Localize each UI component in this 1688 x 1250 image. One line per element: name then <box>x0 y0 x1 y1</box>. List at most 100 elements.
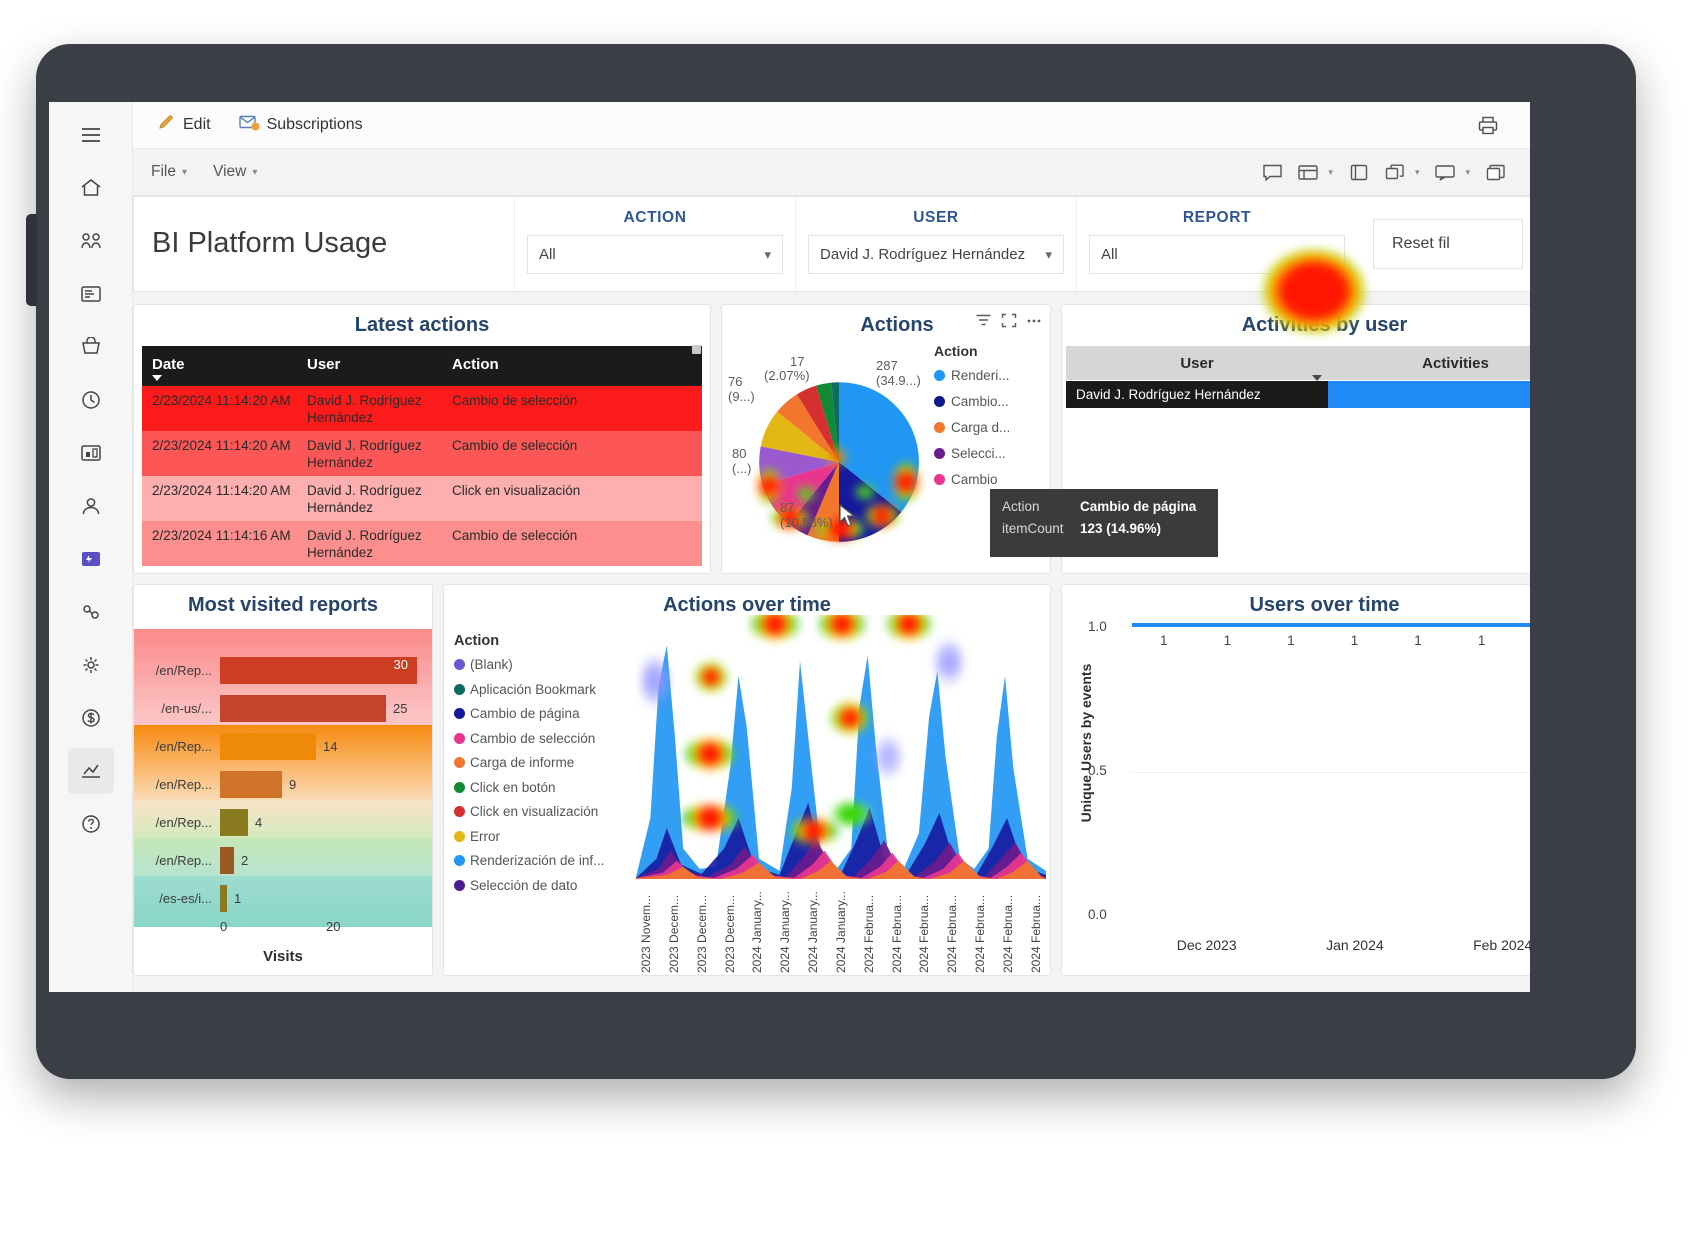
legend-item[interactable]: (Blank) <box>454 657 604 672</box>
bar-row[interactable]: /en/Rep... 30 <box>134 651 432 689</box>
legend-swatch <box>454 806 465 817</box>
table-row[interactable]: 2/23/2024 11:14:20 AM David J. Rodríguez… <box>142 386 702 431</box>
tooltip-count-key: itemCount <box>1002 521 1064 536</box>
column-header-date[interactable]: Date <box>142 356 297 381</box>
bar-value: 2 <box>241 852 249 868</box>
table-row[interactable]: 2/23/2024 11:14:20 AM David J. Rodríguez… <box>142 476 702 521</box>
legend-item[interactable]: Cambio de selección <box>454 731 604 746</box>
bar-rect <box>220 884 227 912</box>
browse-icon[interactable] <box>68 271 114 317</box>
home-icon[interactable] <box>68 165 114 211</box>
chevron-down-icon[interactable]: ▾ <box>1415 167 1420 178</box>
legend-item[interactable]: Error <box>454 829 604 844</box>
legend-label: Cambio <box>951 472 998 487</box>
subscriptions-button[interactable]: Subscriptions <box>231 109 371 142</box>
pie-callout-287: 287 (34.9...) <box>876 358 921 388</box>
legend-item[interactable]: Aplicación Bookmark <box>454 682 604 697</box>
bookmarks-icon[interactable] <box>1292 157 1324 187</box>
slicer-report-dropdown[interactable]: All <box>1089 235 1345 274</box>
recent-icon[interactable] <box>68 377 114 423</box>
bar-row[interactable]: /en/Rep... 2 <box>134 841 432 879</box>
help-icon[interactable] <box>68 801 114 847</box>
left-navigation-rail <box>49 102 133 992</box>
share-icon[interactable] <box>1379 157 1411 187</box>
bar-rect <box>220 694 386 722</box>
x-axis-labels: 2023 Novem... 2023 Decem... 2023 Decem..… <box>636 877 1046 973</box>
column-header-activities[interactable]: Activities <box>1328 355 1530 372</box>
metrics-icon[interactable] <box>67 748 114 794</box>
filter-icon[interactable] <box>975 313 992 333</box>
hamburger-menu-icon[interactable] <box>68 112 114 158</box>
edit-button[interactable]: Edit <box>149 108 219 142</box>
users-over-time-title: Users over time <box>1249 594 1400 616</box>
x-tick: 2024 Februa... <box>1028 894 1043 973</box>
bar-row[interactable]: /en/Rep... 14 <box>134 727 432 765</box>
reset-filters-button[interactable]: Reset fil <box>1373 219 1523 269</box>
slicer-action-dropdown[interactable]: All ▾ <box>527 235 783 274</box>
table-row[interactable]: 2/23/2024 11:14:16 AM David J. Rodríguez… <box>142 521 702 566</box>
table-row[interactable]: David J. Rodríguez Hernández 822 <box>1066 381 1530 408</box>
column-header-user[interactable]: User <box>1066 355 1328 381</box>
focus-mode-icon[interactable] <box>1001 313 1017 333</box>
bar-row[interactable]: /en-us/... 25 <box>134 689 432 727</box>
deployment-icon[interactable] <box>68 589 114 635</box>
power-apps-icon[interactable] <box>68 536 114 582</box>
actions-over-time-chart[interactable] <box>636 615 1046 879</box>
comment-icon[interactable] <box>1256 157 1288 187</box>
cell-date: 2/23/2024 11:14:20 AM <box>152 483 291 498</box>
legend-item[interactable]: Cambio <box>934 472 1010 487</box>
legend-item[interactable]: Carga de informe <box>454 755 604 770</box>
print-icon[interactable] <box>1472 110 1504 140</box>
most-visited-reports-chart[interactable]: /en/Rep... 30 /en-us/... 25 /en/Rep... 1… <box>134 629 432 975</box>
x-tick: Dec 2023 <box>1176 937 1237 953</box>
bar-rect <box>220 808 248 836</box>
bar-row[interactable]: /es-es/i... 1 <box>134 879 432 917</box>
actions-over-time-legend: Action (Blank) Aplicación Bookmark Cambi… <box>454 633 604 902</box>
slicer-user-label: USER <box>913 209 959 226</box>
menu-file[interactable]: File ▾ <box>151 163 187 181</box>
chevron-down-icon[interactable]: ▾ <box>1465 167 1470 178</box>
visual-header-tools <box>975 313 1042 333</box>
column-header-user[interactable]: User <box>297 356 442 373</box>
bar-row[interactable]: /en/Rep... 9 <box>134 765 432 803</box>
tablet-device-frame: Edit Subscriptions File ▾ View ▾ ▾ ▾ ▾ B… <box>26 44 1636 1079</box>
bar-rect: 30 <box>220 656 417 684</box>
legend-item[interactable]: Cambio de página <box>454 706 604 721</box>
legend-item[interactable]: Click en visualización <box>454 804 604 819</box>
chat-in-teams-icon[interactable] <box>1429 157 1461 187</box>
fullscreen-icon[interactable] <box>1480 157 1512 187</box>
users-over-time-chart[interactable]: 1 1 1 1 1 1 1 <box>1132 623 1530 921</box>
table-row[interactable]: 2/23/2024 11:14:20 AM David J. Rodríguez… <box>142 431 702 476</box>
legend-label: Carga de informe <box>470 755 575 770</box>
bar-label: /es-es/i... <box>159 890 212 906</box>
legend-item[interactable]: Selecci... <box>934 446 1010 461</box>
legend-item[interactable]: Selección de dato <box>454 878 604 893</box>
x-tick: 2024 Februa... <box>1000 894 1015 973</box>
legend-item[interactable]: Renderi... <box>934 368 1010 383</box>
bar-row[interactable]: /en/Rep... 4 <box>134 803 432 841</box>
legend-item[interactable]: Renderización de inf... <box>454 853 604 868</box>
legend-swatch <box>454 708 465 719</box>
slicer-user-dropdown[interactable]: David J. Rodríguez Hernández ▾ <box>808 235 1064 274</box>
column-header-action[interactable]: Action <box>442 356 702 373</box>
my-workspace-icon[interactable] <box>68 483 114 529</box>
most-visited-reports-title: Most visited reports <box>187 594 379 616</box>
legend-label: Carga d... <box>951 420 1011 435</box>
x-tick: 0 <box>220 919 228 934</box>
chevron-down-icon[interactable]: ▾ <box>1328 167 1333 178</box>
view-mode-icon[interactable] <box>1343 157 1375 187</box>
activities-table-header: User Activities <box>1066 346 1530 381</box>
legend-item[interactable]: Cambio... <box>934 394 1010 409</box>
menu-view[interactable]: View ▾ <box>213 163 257 181</box>
legend-item[interactable]: Carga d... <box>934 420 1010 435</box>
cell-date: 2/23/2024 11:14:16 AM <box>152 528 291 543</box>
legend-item[interactable]: Click en botón <box>454 780 604 795</box>
billing-icon[interactable] <box>68 695 114 741</box>
settings-icon[interactable] <box>68 642 114 688</box>
more-options-icon[interactable] <box>1026 313 1042 333</box>
apps-icon[interactable] <box>68 324 114 370</box>
workspace-icon[interactable] <box>68 430 114 476</box>
favorites-icon[interactable] <box>68 218 114 264</box>
chevron-down-icon: ▾ <box>764 246 771 262</box>
scrollbar-thumb[interactable] <box>692 345 701 354</box>
